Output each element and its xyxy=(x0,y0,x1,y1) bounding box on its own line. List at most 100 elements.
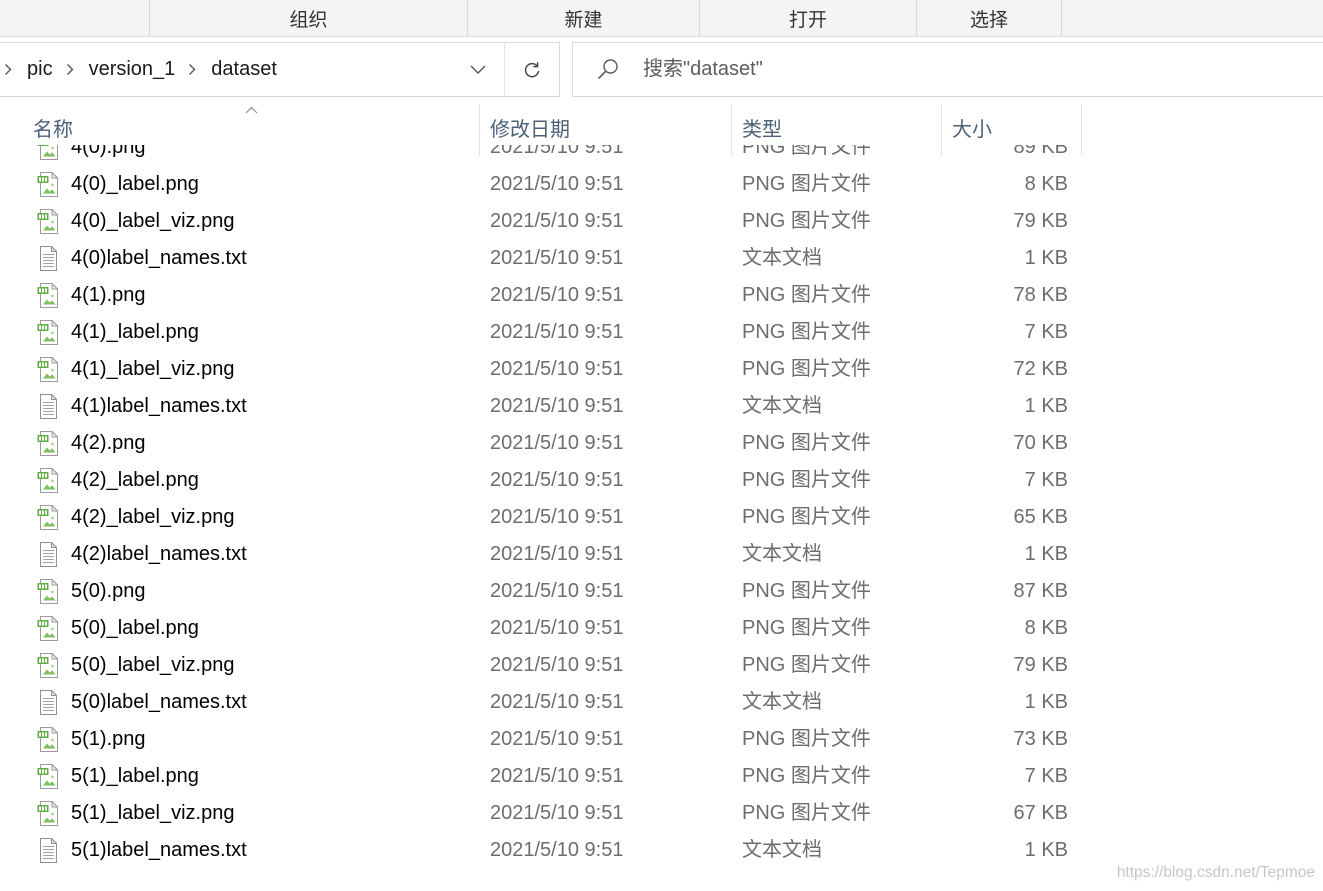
column-resize-handle[interactable] xyxy=(479,104,480,156)
file-modified: 2021/5/10 9:51 xyxy=(490,505,624,528)
file-name: 4(1)label_names.txt xyxy=(71,394,247,417)
file-name: 4(1)_label.png xyxy=(71,320,199,343)
file-row[interactable]: 4(1).png 2021/5/10 9:51 PNG 图片文件 78 KB xyxy=(0,277,1081,314)
ribbon-group-open-label: 打开 xyxy=(700,0,917,36)
png-image-file-icon xyxy=(37,430,59,456)
file-row[interactable]: 4(1)label_names.txt 2021/5/10 9:51 文本文档 … xyxy=(0,388,1081,425)
png-image-file-icon xyxy=(37,319,59,345)
file-name: 4(1)_label_viz.png xyxy=(71,357,235,380)
file-type: PNG 图片文件 xyxy=(742,431,871,454)
file-modified: 2021/5/10 9:51 xyxy=(490,394,624,417)
breadcrumb-item-version-1[interactable]: version_1 xyxy=(89,58,176,81)
file-type: PNG 图片文件 xyxy=(742,727,871,750)
address-bar[interactable]: pic version_1 dataset xyxy=(0,42,560,97)
file-row[interactable]: 5(0)_label.png 2021/5/10 9:51 PNG 图片文件 8… xyxy=(0,610,1081,647)
breadcrumb: pic version_1 dataset xyxy=(4,43,290,96)
file-modified: 2021/5/10 9:51 xyxy=(490,246,624,269)
file-size: 1 KB xyxy=(1024,542,1068,565)
file-size: 72 KB xyxy=(1013,357,1068,380)
column-header-modified[interactable]: 修改日期 xyxy=(490,117,570,143)
file-type: 文本文档 xyxy=(742,838,822,861)
file-row[interactable]: 4(1)_label_viz.png 2021/5/10 9:51 PNG 图片… xyxy=(0,351,1081,388)
column-header-name[interactable]: 名称 xyxy=(33,117,73,143)
column-resize-handle[interactable] xyxy=(731,104,732,156)
file-type: PNG 图片文件 xyxy=(742,320,871,343)
file-size: 7 KB xyxy=(1024,468,1068,491)
column-resize-handle[interactable] xyxy=(941,104,942,156)
column-header-type[interactable]: 类型 xyxy=(742,117,782,143)
text-file-icon xyxy=(37,541,59,567)
file-row[interactable]: 4(2).png 2021/5/10 9:51 PNG 图片文件 70 KB xyxy=(0,425,1081,462)
file-modified: 2021/5/10 9:51 xyxy=(490,616,624,639)
search-input[interactable] xyxy=(643,43,1243,96)
file-type: PNG 图片文件 xyxy=(742,801,871,824)
text-file-icon xyxy=(37,245,59,271)
file-modified: 2021/5/10 9:51 xyxy=(490,357,624,380)
file-modified: 2021/5/10 9:51 xyxy=(490,320,624,343)
file-row[interactable]: 5(1)label_names.txt 2021/5/10 9:51 文本文档 … xyxy=(0,832,1081,869)
file-size: 1 KB xyxy=(1024,690,1068,713)
file-row[interactable]: 4(1)_label.png 2021/5/10 9:51 PNG 图片文件 7… xyxy=(0,314,1081,351)
png-image-file-icon xyxy=(37,282,59,308)
text-file-icon xyxy=(37,689,59,715)
file-size: 70 KB xyxy=(1013,431,1068,454)
file-size: 79 KB xyxy=(1013,653,1068,676)
file-row[interactable]: 5(0)label_names.txt 2021/5/10 9:51 文本文档 … xyxy=(0,684,1081,721)
file-type: 文本文档 xyxy=(742,542,822,565)
file-size: 8 KB xyxy=(1024,172,1068,195)
file-size: 87 KB xyxy=(1013,579,1068,602)
file-type: PNG 图片文件 xyxy=(742,209,871,232)
column-resize-handle[interactable] xyxy=(1081,104,1082,156)
png-image-file-icon xyxy=(37,763,59,789)
file-name: 5(1)_label.png xyxy=(71,764,199,787)
text-file-icon xyxy=(37,837,59,863)
file-row[interactable]: 5(0)_label_viz.png 2021/5/10 9:51 PNG 图片… xyxy=(0,647,1081,684)
column-header-row: 名称 修改日期 类型 大小 xyxy=(0,98,1323,145)
file-type: 文本文档 xyxy=(742,246,822,269)
file-row[interactable]: 4(0).png 2021/5/10 9:51 PNG 图片文件 89 KB xyxy=(0,145,1081,166)
file-type: PNG 图片文件 xyxy=(742,505,871,528)
file-row[interactable]: 4(2)_label_viz.png 2021/5/10 9:51 PNG 图片… xyxy=(0,499,1081,536)
png-image-file-icon xyxy=(37,726,59,752)
png-image-file-icon xyxy=(37,504,59,530)
file-modified: 2021/5/10 9:51 xyxy=(490,209,624,232)
refresh-icon xyxy=(523,61,541,79)
chevron-right-icon[interactable] xyxy=(188,63,196,76)
breadcrumb-item-pic[interactable]: pic xyxy=(27,58,53,81)
file-row[interactable]: 4(0)_label.png 2021/5/10 9:51 PNG 图片文件 8… xyxy=(0,166,1081,203)
file-name: 4(2)label_names.txt xyxy=(71,542,247,565)
file-row[interactable]: 5(1)_label.png 2021/5/10 9:51 PNG 图片文件 7… xyxy=(0,758,1081,795)
file-type: 文本文档 xyxy=(742,394,822,417)
file-row[interactable]: 4(0)label_names.txt 2021/5/10 9:51 文本文档 … xyxy=(0,240,1081,277)
refresh-button[interactable] xyxy=(505,43,558,96)
file-row[interactable]: 5(0).png 2021/5/10 9:51 PNG 图片文件 87 KB xyxy=(0,573,1081,610)
file-size: 1 KB xyxy=(1024,838,1068,861)
file-type: PNG 图片文件 xyxy=(742,357,871,380)
file-name: 5(0)label_names.txt xyxy=(71,690,247,713)
file-row[interactable]: 4(2)_label.png 2021/5/10 9:51 PNG 图片文件 7… xyxy=(0,462,1081,499)
file-type: PNG 图片文件 xyxy=(742,653,871,676)
chevron-right-icon[interactable] xyxy=(66,63,74,76)
ribbon-group-select-label: 选择 xyxy=(917,0,1062,36)
file-modified: 2021/5/10 9:51 xyxy=(490,283,624,306)
chevron-down-icon[interactable] xyxy=(470,65,486,74)
file-type: PNG 图片文件 xyxy=(742,616,871,639)
file-row[interactable]: 5(1)_label_viz.png 2021/5/10 9:51 PNG 图片… xyxy=(0,795,1081,832)
png-image-file-icon xyxy=(37,578,59,604)
search-box[interactable] xyxy=(572,42,1323,97)
png-image-file-icon xyxy=(37,145,59,160)
breadcrumb-item-dataset[interactable]: dataset xyxy=(211,58,277,81)
file-row[interactable]: 4(2)label_names.txt 2021/5/10 9:51 文本文档 … xyxy=(0,536,1081,573)
column-header-size[interactable]: 大小 xyxy=(952,117,992,143)
file-name: 4(1).png xyxy=(71,283,146,306)
chevron-right-icon[interactable] xyxy=(4,63,12,76)
file-size: 89 KB xyxy=(1013,145,1068,158)
sort-ascending-icon xyxy=(245,106,258,114)
file-name: 4(0)_label.png xyxy=(71,172,199,195)
file-row[interactable]: 4(0)_label_viz.png 2021/5/10 9:51 PNG 图片… xyxy=(0,203,1081,240)
ribbon-group-organize-label: 组织 xyxy=(150,0,468,36)
file-name: 4(0).png xyxy=(71,145,146,158)
file-row[interactable]: 5(1).png 2021/5/10 9:51 PNG 图片文件 73 KB xyxy=(0,721,1081,758)
ribbon-group xyxy=(0,0,150,36)
file-name: 5(1)label_names.txt xyxy=(71,838,247,861)
